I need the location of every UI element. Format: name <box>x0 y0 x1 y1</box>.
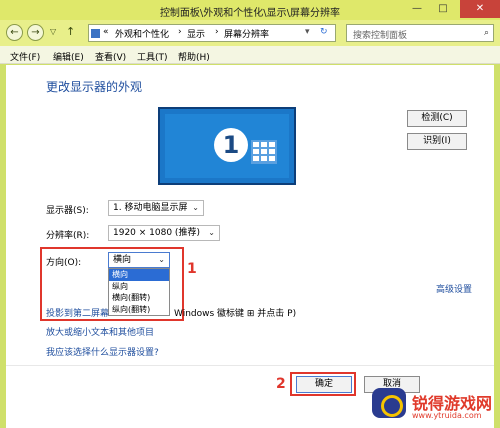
step-number-1: 1 <box>187 261 197 277</box>
search-icon[interactable]: ⌕ <box>484 28 489 38</box>
resolution-label: 分辨率(R): <box>46 231 90 241</box>
advanced-settings-link[interactable]: 高级设置 <box>436 282 472 295</box>
breadcrumb-appearance[interactable]: 外观和个性化 <box>115 27 169 40</box>
resolution-select[interactable]: 1920 × 1080 (推荐) ⌄ <box>108 225 220 241</box>
menu-help[interactable]: 帮助(H) <box>178 50 210 63</box>
highlight-box-ok <box>290 372 356 396</box>
watermark-url: www.ytruida.com <box>412 411 482 420</box>
monitor-screen: 1 <box>165 114 289 178</box>
minimize-button[interactable]: — <box>404 0 430 18</box>
text-size-link[interactable]: 放大或缩小文本和其他项目 <box>46 325 154 338</box>
window-grid-icon <box>251 140 277 164</box>
display-select[interactable]: 1. 移动电脑显示屏 ⌄ <box>108 200 204 216</box>
content-pane: 更改显示器的外观 1 检测(C) 识别(I) 显示器(S): 1. 移动电脑显示… <box>6 65 494 428</box>
control-panel-icon <box>91 29 100 38</box>
address-bar[interactable]: « 外观和个性化 › 显示 › 屏幕分辨率 ▾ ↻ <box>88 24 336 42</box>
menu-tools[interactable]: 工具(T) <box>137 50 168 63</box>
title-bar: 控制面板\外观和个性化\显示\屏幕分辨率 — □ ✕ <box>0 0 500 20</box>
forward-arrow-icon[interactable]: → <box>27 24 44 41</box>
maximize-button[interactable]: □ <box>430 0 456 18</box>
menu-view[interactable]: 查看(V) <box>95 50 126 63</box>
refresh-icon[interactable]: ↻ <box>320 27 328 37</box>
which-settings-link[interactable]: 我应该选择什么显示器设置? <box>46 345 159 358</box>
navigation-bar: ← → ▽ ↑ « 外观和个性化 › 显示 › 屏幕分辨率 ▾ ↻ 搜索控制面板… <box>0 20 500 46</box>
watermark-logo-icon <box>372 388 406 418</box>
chevron-down-icon: ⌄ <box>192 203 199 212</box>
divider <box>6 365 494 366</box>
back-arrow-icon[interactable]: ← <box>6 24 23 41</box>
page-title: 更改显示器的外观 <box>46 80 143 94</box>
recent-locations-icon[interactable]: ▽ <box>50 27 56 36</box>
search-placeholder: 搜索控制面板 <box>353 31 408 41</box>
step-number-2: 2 <box>276 376 286 392</box>
breadcrumb-overflow[interactable]: « <box>103 27 109 37</box>
project-second-screen-link[interactable]: 投影到第二屏幕 <box>46 306 109 319</box>
breadcrumb-separator: › <box>215 27 219 37</box>
monitor-number-badge: 1 <box>214 128 248 162</box>
menu-file[interactable]: 文件(F) <box>10 50 40 63</box>
breadcrumb-display[interactable]: 显示 <box>187 27 205 40</box>
menu-bar: 文件(F) 编辑(E) 查看(V) 工具(T) 帮助(H) <box>0 46 500 64</box>
close-button[interactable]: ✕ <box>460 0 500 18</box>
watermark: 锐得游戏网 www.ytruida.com <box>370 384 500 428</box>
up-arrow-icon[interactable]: ↑ <box>66 25 75 38</box>
identify-button[interactable]: 识别(I) <box>407 133 467 150</box>
menu-edit[interactable]: 编辑(E) <box>53 50 84 63</box>
search-input[interactable]: 搜索控制面板 ⌕ <box>346 24 494 42</box>
detect-button[interactable]: 检测(C) <box>407 110 467 127</box>
project-shortcut-hint: Windows 徽标键 ⊞ 并点击 P) <box>174 309 297 319</box>
display-value: 1. 移动电脑显示屏 <box>113 203 188 213</box>
resolution-value: 1920 × 1080 (推荐) <box>113 228 200 238</box>
breadcrumb-separator: › <box>178 27 182 37</box>
breadcrumb-resolution[interactable]: 屏幕分辨率 <box>224 27 269 40</box>
chevron-down-icon[interactable]: ▾ <box>305 27 310 37</box>
display-label: 显示器(S): <box>46 206 89 216</box>
monitor-preview[interactable]: 1 <box>158 107 296 185</box>
chevron-down-icon: ⌄ <box>208 228 215 237</box>
